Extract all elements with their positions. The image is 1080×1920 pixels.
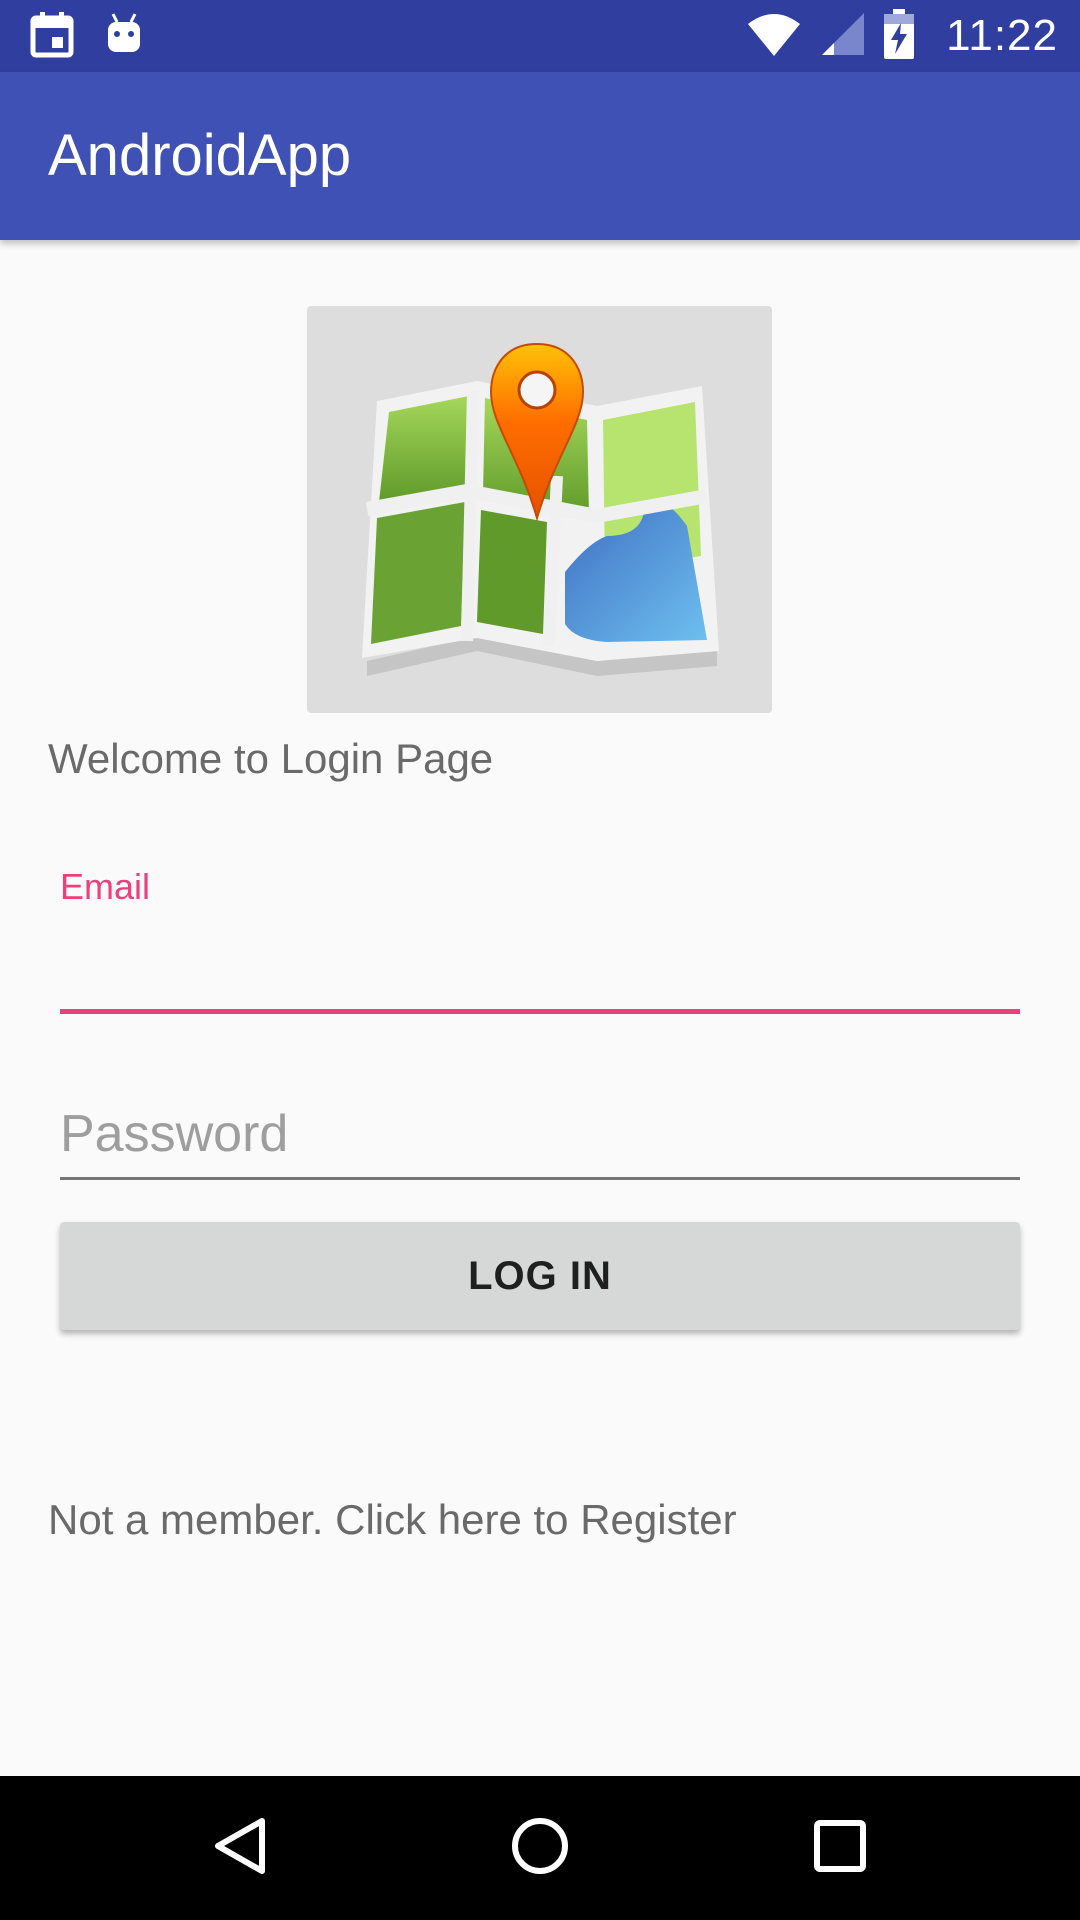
battery-charging-icon [884, 8, 915, 64]
password-underline [60, 1177, 1020, 1180]
back-icon [212, 1816, 268, 1881]
map-icon [362, 342, 719, 676]
calendar-icon [30, 10, 74, 63]
status-time: 11:22 [946, 11, 1058, 60]
login-screen: 11:22 AndroidApp Welcome to Login Page E… [0, 0, 1080, 1920]
app-bar: AndroidApp [0, 72, 1080, 240]
map-image [307, 306, 772, 713]
app-title: AndroidApp [48, 123, 352, 188]
register-link[interactable]: Not a member. Click here to Register [48, 1496, 737, 1544]
navigation-bar [0, 1776, 1080, 1920]
login-button[interactable]: LOG IN [60, 1222, 1020, 1330]
recents-icon [813, 1819, 867, 1878]
back-button[interactable] [140, 1776, 340, 1920]
signal-icon [820, 11, 866, 62]
email-field[interactable] [60, 920, 1020, 1010]
wifi-icon [746, 12, 802, 61]
status-bar: 11:22 [0, 0, 1080, 72]
password-field[interactable] [60, 1094, 1020, 1174]
home-button[interactable] [440, 1776, 640, 1920]
email-label: Email [60, 866, 151, 907]
email-underline [60, 1009, 1020, 1014]
welcome-text: Welcome to Login Page [48, 735, 494, 782]
home-icon [510, 1816, 570, 1881]
android-icon [104, 12, 144, 61]
recents-button[interactable] [740, 1776, 940, 1920]
